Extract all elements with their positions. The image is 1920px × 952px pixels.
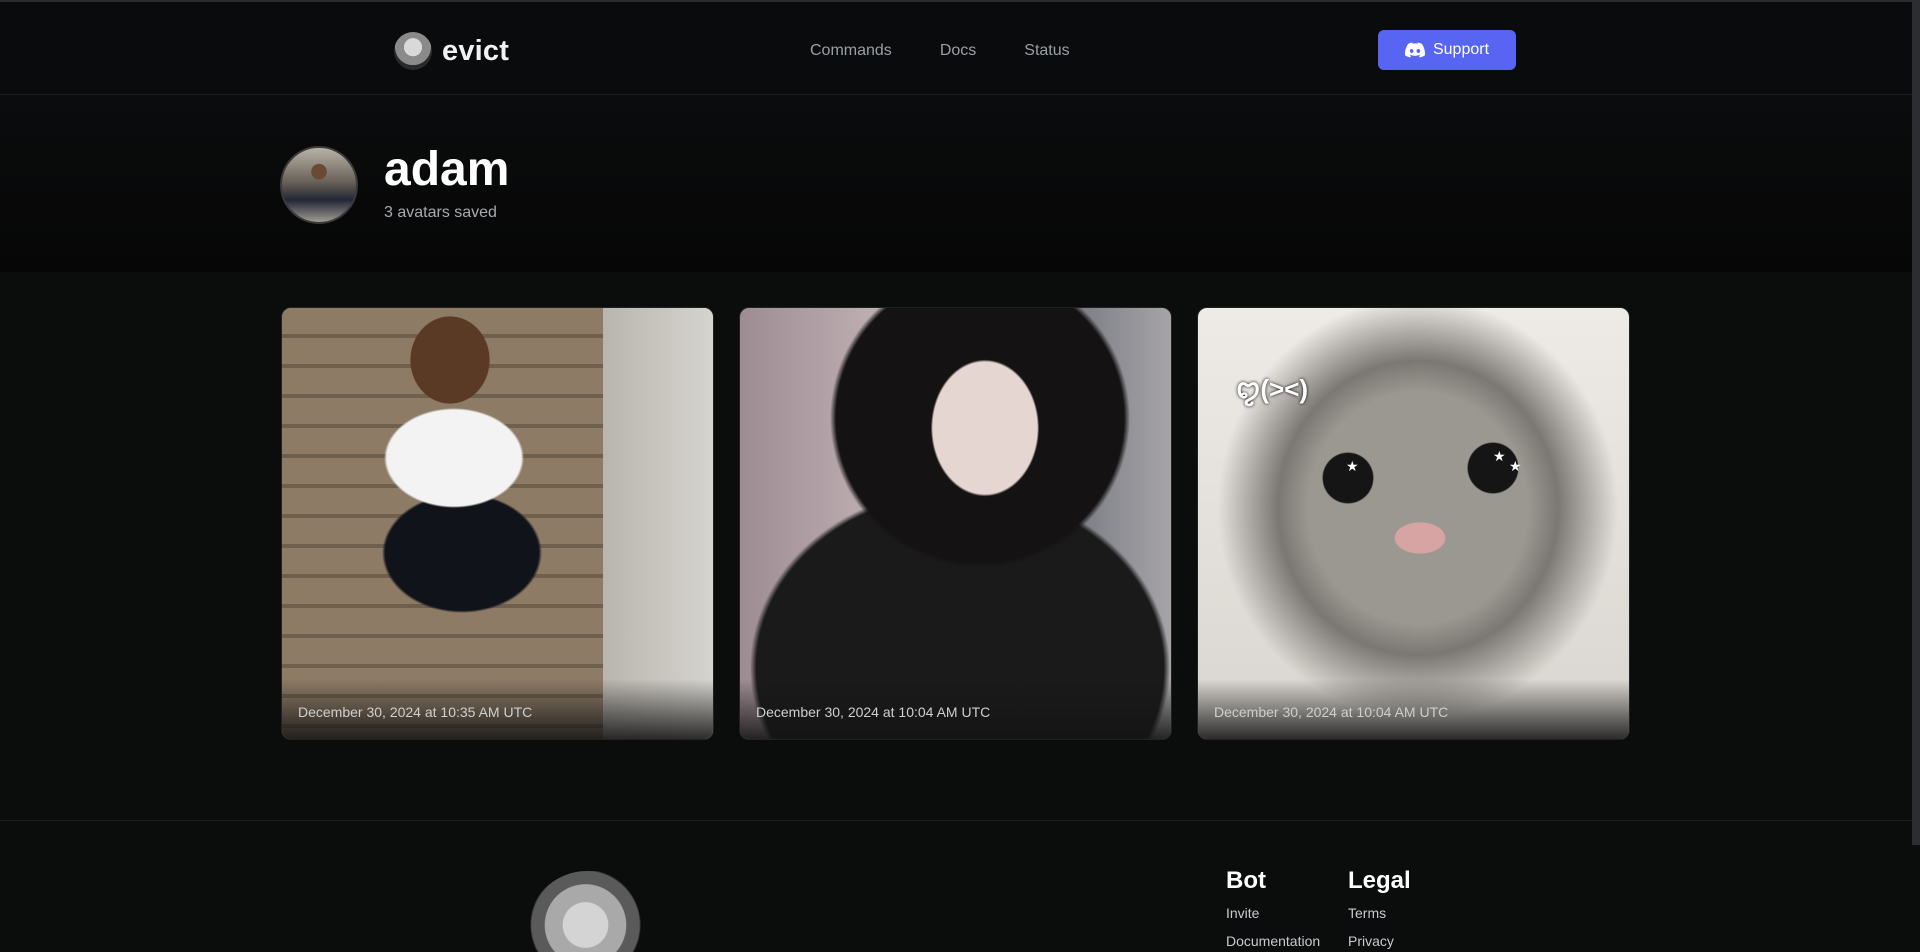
nav-commands[interactable]: Commands	[810, 42, 892, 60]
footer-legal-title: Legal	[1348, 867, 1411, 894]
site-footer: Bot Invite Documentation Legal Terms Pri…	[0, 820, 1912, 952]
support-label: Support	[1432, 41, 1490, 58]
site-header: evict Commands Docs Status Support	[0, 2, 1912, 95]
star-icon: ★	[1509, 458, 1522, 474]
footer-link-documentation[interactable]: Documentation	[1226, 933, 1320, 949]
star-icon: ★	[1346, 458, 1359, 474]
main-nav: Commands Docs Status	[810, 42, 1070, 60]
footer-bot-title: Bot	[1226, 867, 1266, 894]
mascot-illustration	[527, 871, 657, 952]
username: adam	[384, 143, 510, 196]
avatar-card[interactable]: ꨄ(><) ★ ★ ★ December 30, 2024 at 10:04 A…	[1197, 307, 1630, 740]
avatar-grid: December 30, 2024 at 10:35 AM UTC Decemb…	[281, 307, 1630, 740]
nav-docs[interactable]: Docs	[940, 42, 976, 60]
avatar-timestamp: December 30, 2024 at 10:04 AM UTC	[1214, 704, 1449, 720]
footer-legal-column: Legal Terms Privacy	[1348, 867, 1411, 952]
nav-status[interactable]: Status	[1024, 42, 1069, 60]
star-icon: ★	[1493, 448, 1506, 464]
scrollbar[interactable]	[1912, 0, 1920, 845]
footer-bot-column: Bot Invite Documentation	[1226, 867, 1320, 952]
brand-logo-icon	[394, 32, 432, 70]
profile-header: adam 3 avatars saved	[0, 96, 1912, 272]
avatar-card[interactable]: December 30, 2024 at 10:04 AM UTC	[739, 307, 1172, 740]
footer-link-privacy[interactable]: Privacy	[1348, 933, 1411, 949]
avatar-card[interactable]: December 30, 2024 at 10:35 AM UTC	[281, 307, 714, 740]
avatar-image	[740, 308, 1171, 739]
avatar-timestamp: December 30, 2024 at 10:04 AM UTC	[756, 704, 991, 720]
discord-icon	[1404, 42, 1425, 58]
avatar-timestamp: December 30, 2024 at 10:35 AM UTC	[298, 704, 533, 720]
avatar	[280, 146, 358, 224]
kaomoji-overlay: ꨄ(><)	[1236, 374, 1309, 404]
footer-link-terms[interactable]: Terms	[1348, 905, 1411, 921]
avatar-image	[282, 308, 713, 739]
footer-link-invite[interactable]: Invite	[1226, 905, 1320, 921]
brand-name: evict	[442, 34, 510, 67]
support-button[interactable]: Support	[1378, 30, 1516, 70]
brand[interactable]: evict	[394, 32, 509, 70]
avatars-saved-count: 3 avatars saved	[384, 204, 497, 221]
